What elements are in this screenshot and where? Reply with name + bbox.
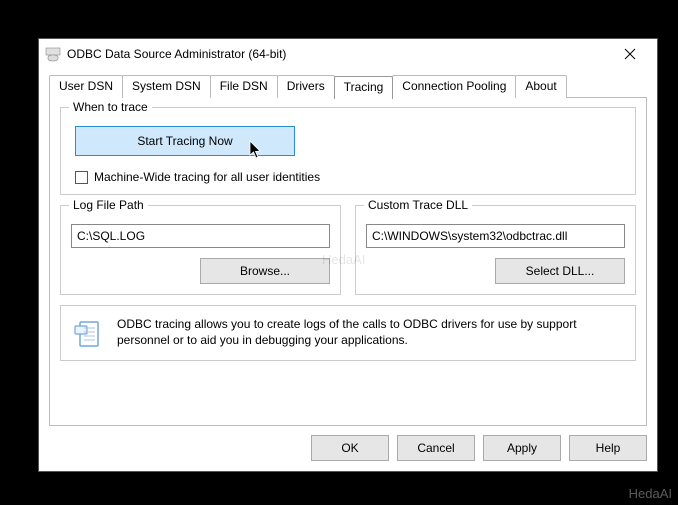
tab-drivers[interactable]: Drivers bbox=[277, 75, 335, 98]
log-file-path-input[interactable] bbox=[71, 224, 330, 248]
machine-wide-label: Machine-Wide tracing for all user identi… bbox=[94, 170, 320, 184]
select-dll-button[interactable]: Select DLL... bbox=[495, 258, 625, 284]
client-area: User DSN System DSN File DSN Drivers Tra… bbox=[39, 69, 657, 471]
cancel-button[interactable]: Cancel bbox=[397, 435, 475, 461]
info-text: ODBC tracing allows you to create logs o… bbox=[117, 316, 623, 348]
watermark-corner: HedaAI bbox=[629, 486, 672, 501]
tab-tracing[interactable]: Tracing bbox=[334, 76, 394, 99]
groupbox-when-to-trace: When to trace Start Tracing Now Machine-… bbox=[60, 107, 636, 195]
help-button[interactable]: Help bbox=[569, 435, 647, 461]
titlebar[interactable]: ODBC Data Source Administrator (64-bit) bbox=[39, 39, 657, 69]
tab-user-dsn[interactable]: User DSN bbox=[49, 75, 123, 98]
groupbox-custom-trace-dll: Custom Trace DLL Select DLL... bbox=[355, 205, 636, 295]
machine-wide-checkbox[interactable] bbox=[75, 171, 88, 184]
custom-trace-dll-input[interactable] bbox=[366, 224, 625, 248]
start-tracing-button[interactable]: Start Tracing Now bbox=[75, 126, 295, 156]
ok-button[interactable]: OK bbox=[311, 435, 389, 461]
tab-strip: User DSN System DSN File DSN Drivers Tra… bbox=[49, 75, 647, 98]
watermark-mid: HedaAI bbox=[322, 252, 365, 267]
tab-file-dsn[interactable]: File DSN bbox=[210, 75, 278, 98]
legend-log-file-path: Log File Path bbox=[69, 198, 148, 212]
app-icon bbox=[45, 46, 61, 62]
info-box: ODBC tracing allows you to create logs o… bbox=[60, 305, 636, 361]
tab-about[interactable]: About bbox=[515, 75, 566, 98]
tab-system-dsn[interactable]: System DSN bbox=[122, 75, 211, 98]
legend-when-to-trace: When to trace bbox=[69, 100, 152, 114]
browse-button[interactable]: Browse... bbox=[200, 258, 330, 284]
log-icon bbox=[73, 318, 105, 350]
legend-custom-trace-dll: Custom Trace DLL bbox=[364, 198, 472, 212]
close-button[interactable] bbox=[609, 41, 651, 67]
machine-wide-checkbox-row[interactable]: Machine-Wide tracing for all user identi… bbox=[75, 170, 625, 184]
apply-button[interactable]: Apply bbox=[483, 435, 561, 461]
dialog-button-bar: OK Cancel Apply Help bbox=[49, 427, 647, 461]
tab-connection-pooling[interactable]: Connection Pooling bbox=[392, 75, 516, 98]
window-title: ODBC Data Source Administrator (64-bit) bbox=[67, 47, 609, 61]
groupbox-log-file-path: Log File Path Browse... bbox=[60, 205, 341, 295]
